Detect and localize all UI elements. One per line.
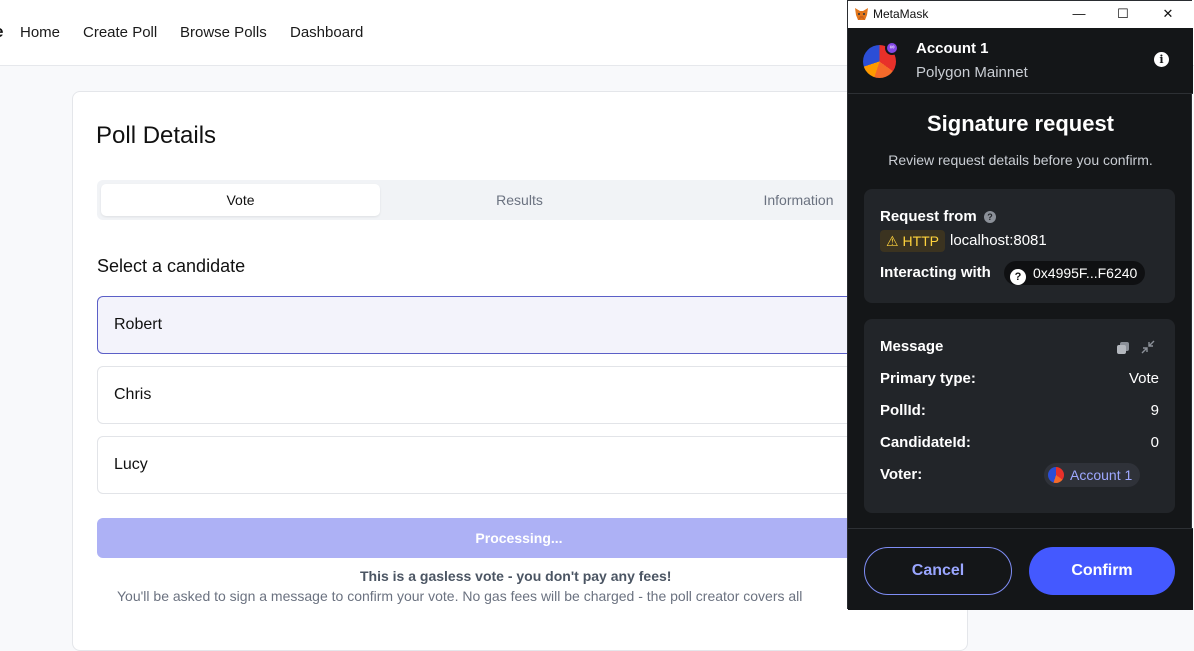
request-from-label: Request from xyxy=(880,208,977,225)
http-warning-badge: ⚠ HTTP xyxy=(880,230,946,252)
interacting-with-label: Interacting with xyxy=(880,264,991,281)
metamask-fox-icon xyxy=(855,8,868,20)
contract-address: 0x4995F...F6240 xyxy=(1033,265,1138,281)
candidate-option-chris[interactable]: Chris xyxy=(97,366,857,424)
voter-avatar xyxy=(1048,467,1064,483)
request-details-card: Request from ? ⚠ HTTP localhost:8081 Int… xyxy=(864,189,1175,303)
voter-label: Voter: xyxy=(880,466,923,483)
poll-tabs: Vote Results Information xyxy=(97,180,857,220)
candidate-option-robert[interactable]: Robert xyxy=(97,296,857,354)
window-title: MetaMask xyxy=(873,7,929,21)
confirm-button[interactable]: Confirm xyxy=(1029,547,1175,595)
info-icon[interactable]: i xyxy=(1154,52,1169,67)
tab-results[interactable]: Results xyxy=(380,184,659,216)
tab-vote[interactable]: Vote xyxy=(101,184,380,216)
request-origin: localhost:8081 xyxy=(950,232,1047,249)
signature-request-subheading: Review request details before you confir… xyxy=(888,152,1153,168)
primary-type-value: Vote xyxy=(1128,370,1159,387)
candidate-option-lucy[interactable]: Lucy xyxy=(97,436,857,494)
poll-id-label: PollId: xyxy=(880,402,926,419)
unknown-contract-icon: ? xyxy=(1010,269,1026,285)
question-icon[interactable]: ? xyxy=(984,211,996,223)
voter-account-pill[interactable]: Account 1 xyxy=(1044,463,1141,487)
candidate-id-label: CandidateId: xyxy=(880,434,971,451)
network-name: Polygon Mainnet xyxy=(916,64,1028,81)
poll-id-value: 9 xyxy=(1150,402,1159,419)
maximize-button[interactable]: ☐ xyxy=(1108,4,1138,24)
nav-create-poll-link[interactable]: Create Poll xyxy=(83,24,157,41)
page-title: Poll Details xyxy=(96,122,217,149)
http-badge-text: HTTP xyxy=(902,233,940,249)
processing-button[interactable]: Processing... xyxy=(97,518,857,558)
message-card: Message Primary type: Vote PollId: 9 Can… xyxy=(864,319,1175,513)
signature-request-heading: Signature request xyxy=(926,111,1115,136)
account-name: Account 1 xyxy=(916,40,989,57)
app-logo-fragment[interactable]: e xyxy=(0,22,3,42)
collapse-icon[interactable] xyxy=(1141,340,1155,354)
voter-account-name: Account 1 xyxy=(1070,467,1133,483)
contract-address-pill[interactable]: ? 0x4995F...F6240 xyxy=(1004,261,1146,285)
sign-message-note: You'll be asked to sign a message to con… xyxy=(117,588,803,604)
message-label: Message xyxy=(880,338,944,355)
cancel-button[interactable]: Cancel xyxy=(864,547,1012,595)
candidate-id-value: 0 xyxy=(1150,434,1159,451)
nav-browse-polls-link[interactable]: Browse Polls xyxy=(180,24,267,41)
candidate-name: Robert xyxy=(114,316,163,333)
account-header: ∞ Account 1 Polygon Mainnet i xyxy=(848,28,1193,94)
nav-home-link[interactable]: Home xyxy=(20,24,60,41)
close-window-button[interactable]: ✕ xyxy=(1153,4,1183,24)
minimize-button[interactable]: — xyxy=(1064,4,1094,24)
window-titlebar: MetaMask — ☐ ✕ xyxy=(848,1,1193,28)
network-badge-icon: ∞ xyxy=(885,41,899,55)
gasless-note: This is a gasless vote - you don't pay a… xyxy=(360,568,672,584)
metamask-window: MetaMask — ☐ ✕ ∞ Account 1 Polygon Mainn… xyxy=(847,0,1193,610)
candidate-name: Lucy xyxy=(114,456,148,473)
select-candidate-label: Select a candidate xyxy=(97,256,246,276)
candidate-name: Chris xyxy=(114,386,152,403)
copy-icon[interactable] xyxy=(1116,341,1130,355)
primary-type-label: Primary type: xyxy=(880,370,976,387)
nav-dashboard-link[interactable]: Dashboard xyxy=(290,24,363,41)
action-footer: Cancel Confirm xyxy=(848,528,1193,610)
